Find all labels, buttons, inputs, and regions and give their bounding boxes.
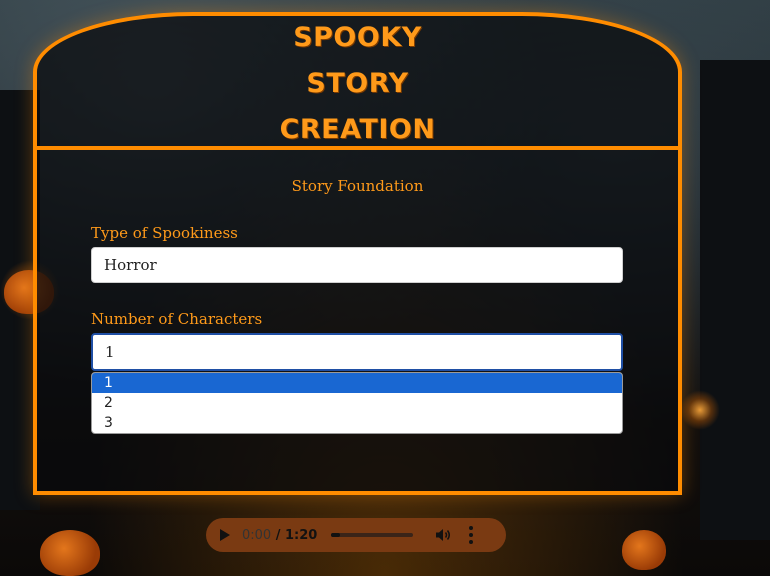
spookiness-label: Type of Spookiness — [91, 224, 238, 242]
pumpkin-decoration — [622, 530, 666, 570]
page-title: SPOOKY STORY CREATION — [238, 15, 478, 153]
title-line-1: SPOOKY STORY — [293, 22, 422, 99]
dropdown-option[interactable]: 1 — [92, 373, 622, 393]
more-options-icon[interactable] — [469, 526, 474, 544]
spookiness-input[interactable]: Horror — [91, 247, 623, 283]
audio-player: 0:00 / 1:20 — [206, 518, 506, 552]
section-title: Story Foundation — [291, 177, 424, 195]
characters-label: Number of Characters — [91, 310, 263, 328]
audio-progress-fill — [331, 533, 340, 537]
characters-dropdown-list: 1 2 3 — [91, 372, 623, 434]
volume-icon[interactable] — [435, 528, 451, 542]
pumpkin-decoration — [40, 530, 100, 576]
title-line-2: CREATION — [279, 114, 436, 145]
characters-field: Number of Characters 1 1 2 3 — [91, 310, 623, 434]
audio-progress-bar[interactable] — [331, 533, 414, 537]
spookiness-field: Type of Spookiness Horror — [91, 224, 623, 283]
play-icon[interactable] — [220, 529, 230, 541]
current-time: 0:00 — [242, 527, 272, 543]
dropdown-option[interactable]: 2 — [92, 393, 622, 413]
dropdown-option[interactable]: 3 — [92, 413, 622, 433]
story-creation-card: SPOOKY STORY CREATION Story Foundation T… — [33, 12, 682, 495]
time-separator: / — [271, 527, 286, 543]
total-time: 1:20 — [285, 527, 318, 543]
card-header: SPOOKY STORY CREATION — [37, 16, 678, 150]
characters-select[interactable]: 1 — [91, 333, 623, 371]
audio-time: 0:00 / 1:20 — [242, 528, 317, 543]
